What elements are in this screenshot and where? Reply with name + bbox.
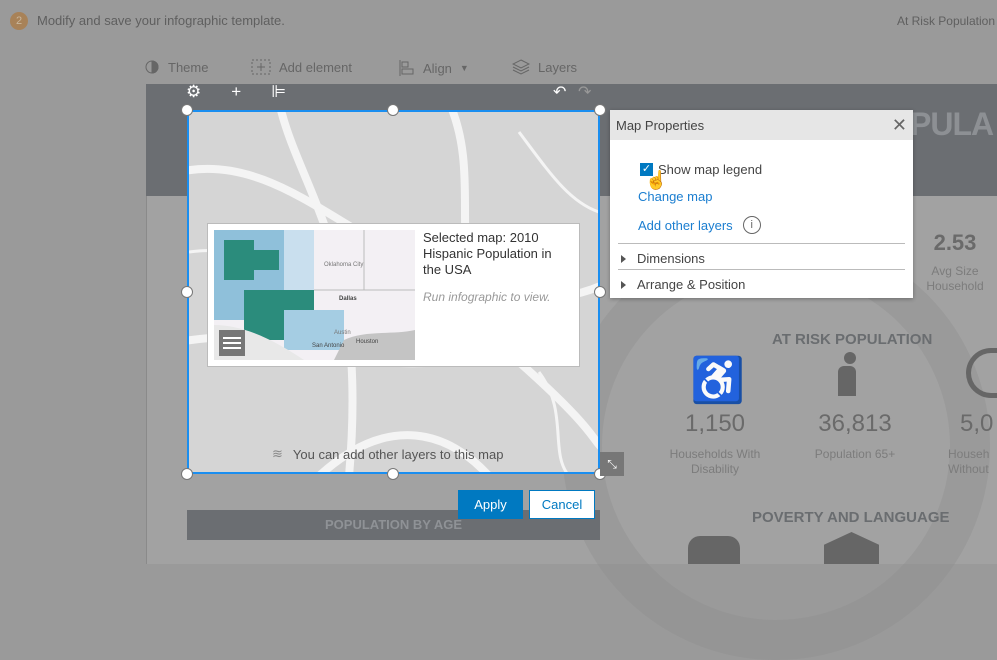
close-icon[interactable]: ✕ <box>892 115 907 136</box>
coins-icon <box>688 536 740 564</box>
step-instruction: Modify and save your infographic templat… <box>37 13 285 28</box>
resize-handle[interactable] <box>387 468 399 480</box>
add-element-icon <box>251 59 271 75</box>
stat-value: 1,150 <box>684 410 746 437</box>
dimensions-label: Dimensions <box>637 251 705 266</box>
align-label: Align <box>423 60 452 76</box>
change-map-link[interactable]: Change map <box>638 189 712 204</box>
legend-icon[interactable] <box>219 330 245 356</box>
resize-handle[interactable] <box>387 104 399 116</box>
elderly-icon <box>838 352 868 402</box>
arrange-position-section[interactable]: Arrange & Position <box>618 269 905 295</box>
avg-household-label: Avg Size Household <box>926 264 984 293</box>
add-other-layers-link[interactable]: Add other layers <box>638 218 733 233</box>
theme-button[interactable]: Theme <box>144 59 208 75</box>
settings-icon[interactable]: ⚙ <box>186 82 201 102</box>
undo-icon[interactable]: ↶ <box>553 82 566 102</box>
element-toolbar: ⚙ + ⊫ <box>186 82 286 102</box>
layers-icon <box>512 59 530 75</box>
hand-cursor-icon: ☝ <box>645 170 668 190</box>
map-label-city: Austin <box>334 330 351 336</box>
map-thumbnail: Oklahoma City Dallas Austin San Antonio … <box>214 230 415 360</box>
layers-button[interactable]: Layers <box>512 59 577 75</box>
expand-icon[interactable]: ⤡ <box>600 452 624 476</box>
stat-label: Households With Disability <box>669 447 761 476</box>
map-label-city: Houston <box>356 339 378 345</box>
plus-icon[interactable]: + <box>231 82 241 102</box>
wheelchair-icon: ♿ <box>690 356 745 405</box>
infographic-title: PULA <box>910 106 994 142</box>
stat-label: Population 65+ <box>814 447 896 461</box>
map-label-city: Oklahoma City <box>324 262 363 268</box>
poverty-title: POVERTY AND LANGUAGE <box>752 509 950 526</box>
add-element-label: Add element <box>279 59 352 75</box>
cancel-button[interactable]: Cancel <box>529 490 595 519</box>
map-label-city: San Antonio <box>312 343 345 349</box>
add-element-button[interactable]: Add element <box>251 59 352 75</box>
at-risk-title: AT RISK POPULATION <box>772 331 933 348</box>
resize-handle[interactable] <box>181 286 193 298</box>
resize-handle[interactable] <box>181 468 193 480</box>
arrange-label: Arrange & Position <box>637 277 746 292</box>
add-layers-hint-text: You can add other layers to this map <box>292 446 504 462</box>
map-properties-dialog: Map Properties ✕ ✓ Show map legend Chang… <box>610 110 913 298</box>
map-label-city: Dallas <box>339 296 357 302</box>
avg-household-value: 2.53 <box>933 230 977 255</box>
align-left-icon[interactable]: ⊫ <box>271 82 286 102</box>
theme-label: Theme <box>168 59 209 75</box>
align-dropdown[interactable]: Align ▼ <box>399 59 469 77</box>
step-badge: 2 <box>10 12 28 30</box>
layers-label: Layers <box>538 59 578 75</box>
stat-label: Househ Without <box>948 447 990 476</box>
stat-value: 5,0 <box>960 410 994 437</box>
info-icon[interactable]: i <box>742 216 761 234</box>
run-infographic-note: Run infographic to view. <box>423 290 551 304</box>
stat-value: 36,813 <box>818 410 892 437</box>
resize-handle[interactable] <box>594 286 606 298</box>
dimensions-section[interactable]: Dimensions <box>618 243 905 269</box>
resize-handle[interactable] <box>181 104 193 116</box>
show-legend-label: Show map legend <box>658 162 763 177</box>
layers-icon: ≋ <box>272 446 283 461</box>
theme-icon <box>145 60 159 74</box>
redo-icon[interactable]: ↷ <box>578 82 591 102</box>
selected-map-card: Oklahoma City Dallas Austin San Antonio … <box>207 223 580 367</box>
chevron-down-icon: ▼ <box>459 63 469 73</box>
report-title: At Risk Population <box>896 14 995 28</box>
resize-handle[interactable] <box>594 104 606 116</box>
apply-button[interactable]: Apply <box>458 490 523 519</box>
add-layers-hint: ≋ You can add other layers to this map <box>272 446 503 462</box>
selected-map-title: Selected map: 2010 Hispanic Population i… <box>423 230 552 277</box>
align-icon <box>399 60 414 76</box>
dialog-title: Map Properties <box>616 117 705 133</box>
dialog-header: Map Properties ✕ <box>610 110 913 140</box>
